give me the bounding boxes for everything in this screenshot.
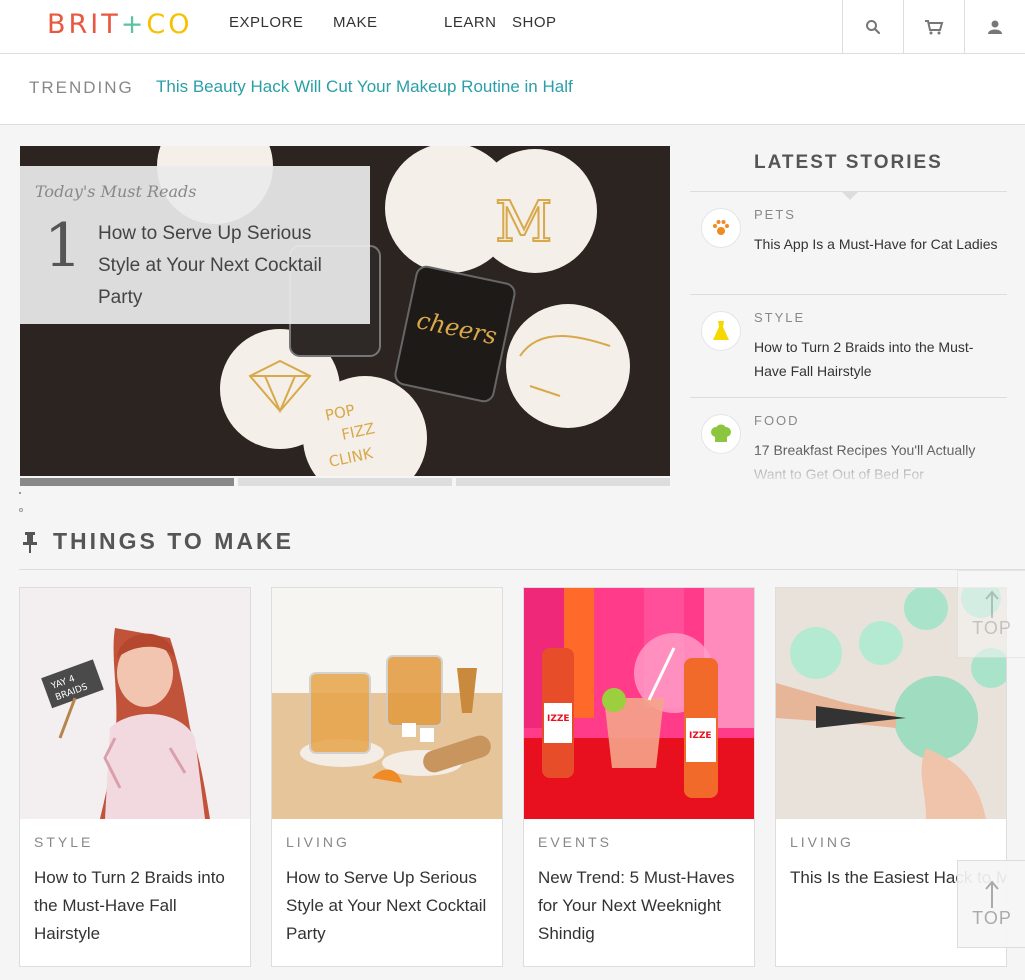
cart-button[interactable]	[903, 0, 964, 53]
user-icon	[988, 20, 1002, 34]
arrow-up-icon	[985, 879, 999, 908]
main-nav: EXPLORE MAKE LEARN SHOP	[229, 14, 572, 31]
story-category: PETS	[754, 207, 796, 222]
story-title[interactable]: This App Is a Must-Have for Cat Ladies	[754, 232, 1004, 256]
latest-story[interactable]: STYLE How to Turn 2 Braids into the Must…	[690, 295, 1007, 398]
trending-link[interactable]: This Beauty Hack Will Cut Your Makeup Ro…	[156, 77, 573, 97]
header-icons	[842, 0, 1025, 53]
hero-title[interactable]: How to Serve Up Serious Style at Your Ne…	[98, 218, 358, 314]
slide-indicator-1[interactable]	[20, 478, 234, 486]
cart-icon	[925, 19, 944, 34]
hero-kicker: Today's Must Reads	[35, 182, 197, 201]
project-card[interactable]: YAY 4 BRAIDS STYLE How to Turn 2 Braids …	[19, 587, 251, 967]
decorative-dot	[19, 492, 21, 494]
card-category: LIVING	[790, 834, 854, 850]
slide-indicator-2[interactable]	[238, 478, 452, 486]
project-card[interactable]: LIVING How to Serve Up Serious Style at …	[271, 587, 503, 967]
decorative-ring	[19, 508, 23, 512]
arrow-up-icon	[985, 589, 999, 618]
story-category: FOOD	[754, 413, 800, 428]
card-category: STYLE	[34, 834, 94, 850]
story-category: STYLE	[754, 310, 806, 325]
story-title[interactable]: How to Turn 2 Braids into the Must-Have …	[754, 335, 1004, 383]
search-icon	[866, 19, 881, 34]
card-category: EVENTS	[538, 834, 613, 850]
nav-explore[interactable]: EXPLORE	[229, 14, 333, 31]
project-card[interactable]: IZZE IZZE EVENTS New Trend: 5 Must-Haves…	[523, 587, 755, 967]
card-category: LIVING	[286, 834, 350, 850]
card-image[interactable]: IZZE IZZE	[524, 588, 754, 819]
nav-make[interactable]: MAKE	[333, 14, 444, 31]
paw-icon	[713, 220, 729, 235]
latest-story[interactable]: PETS This App Is a Must-Have for Cat Lad…	[690, 192, 1007, 295]
divider	[19, 569, 1025, 570]
card-title[interactable]: New Trend: 5 Must-Haves for Your Next We…	[538, 864, 743, 948]
search-button[interactable]	[842, 0, 903, 53]
site-header: BRIT+CO EXPLORE MAKE LEARN SHOP	[0, 0, 1025, 54]
nav-learn[interactable]: LEARN	[444, 14, 512, 31]
svg-text:M: M	[495, 190, 552, 255]
card-title[interactable]: How to Serve Up Serious Style at Your Ne…	[286, 864, 491, 948]
card-title[interactable]: How to Turn 2 Braids into the Must-Have …	[34, 864, 239, 948]
svg-text:IZZE: IZZE	[547, 714, 570, 724]
card-image[interactable]	[272, 588, 502, 819]
trending-bar: TRENDING This Beauty Hack Will Cut Your …	[0, 54, 1025, 125]
chef-hat-icon	[711, 424, 731, 442]
dress-icon	[713, 321, 729, 340]
hero-caption[interactable]: Today's Must Reads 1 How to Serve Up Ser…	[20, 166, 370, 324]
back-to-top-button[interactable]: TOP	[957, 860, 1025, 948]
card-image[interactable]: YAY 4 BRAIDS	[20, 588, 250, 819]
top-label: TOP	[972, 617, 1012, 638]
account-button[interactable]	[964, 0, 1025, 53]
back-to-top-button-ghost[interactable]: TOP	[957, 570, 1025, 658]
site-logo[interactable]: BRIT+CO	[47, 9, 192, 40]
hero-number: 1	[44, 211, 83, 281]
latest-stories-heading: LATEST STORIES	[754, 152, 943, 173]
top-label: TOP	[972, 907, 1012, 928]
scroll-fade	[690, 448, 1010, 484]
things-to-make-heading: THINGS TO MAKE	[53, 528, 294, 554]
slide-indicator-3[interactable]	[456, 478, 670, 486]
trending-label: TRENDING	[29, 78, 134, 97]
pushpin-icon	[23, 532, 37, 553]
svg-text:IZZE: IZZE	[689, 731, 712, 741]
story-category-badge	[701, 311, 741, 351]
nav-shop[interactable]: SHOP	[512, 14, 572, 31]
story-category-badge	[701, 208, 741, 248]
hero-carousel[interactable]: M POP FIZZ CLINK cheers Today's Must Rea…	[20, 146, 670, 476]
carousel-progress	[20, 478, 670, 486]
